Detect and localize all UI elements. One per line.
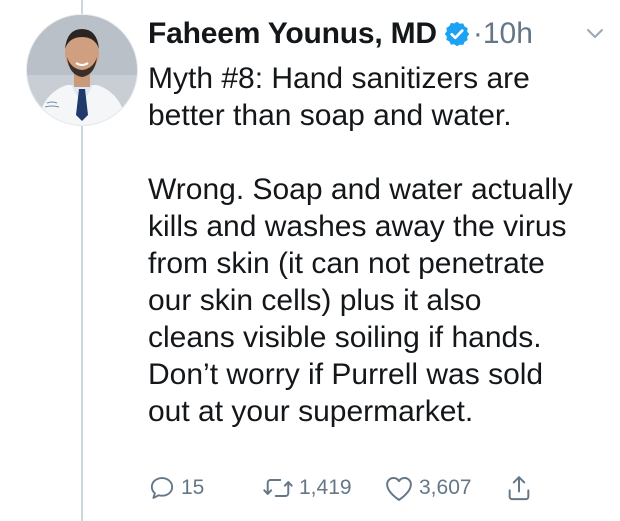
like-button[interactable]: 3,607: [384, 474, 472, 502]
separator-dot: ·: [472, 17, 483, 50]
tweet-actions: 15 1,419 3,607: [148, 468, 568, 508]
tweet-line: Don’t worry if Purrell was sold: [148, 358, 544, 391]
heart-icon: [386, 477, 412, 501]
retweet-button[interactable]: 1,419: [262, 474, 352, 502]
reply-count: 15: [181, 476, 205, 499]
thread-line: [81, 120, 83, 521]
tweet-line: Myth #8: Hand sanitizers are: [148, 62, 530, 95]
tweet-line: from skin (it can not penetrate: [148, 247, 545, 280]
avatar[interactable]: [26, 14, 138, 126]
timestamp[interactable]: 10h: [483, 17, 533, 51]
tweet-line: kills and washes away the virus: [148, 210, 567, 243]
avatar-photo: [27, 15, 137, 125]
tweet-line: our skin cells) plus it also: [148, 284, 482, 317]
tweet-header: Faheem Younus, MD · 10h: [148, 10, 608, 58]
tweet-text: Myth #8: Hand sanitizers are better than…: [148, 60, 610, 430]
chevron-down-icon[interactable]: [584, 22, 606, 44]
tweet-line: out at your supermarket.: [148, 395, 474, 428]
reply-icon: [150, 477, 174, 499]
thread-line-top: [81, 0, 83, 14]
like-count: 3,607: [419, 476, 472, 499]
tweet-line: Wrong. Soap and water actually: [148, 173, 573, 206]
retweet-count: 1,419: [299, 476, 352, 499]
author-name[interactable]: Faheem Younus, MD: [148, 17, 437, 51]
tweet-line: cleans visible soiling if hands.: [148, 321, 542, 354]
share-icon: [508, 476, 530, 501]
verified-badge-icon: [443, 20, 471, 48]
reply-button[interactable]: 15: [148, 474, 204, 502]
share-button[interactable]: [506, 474, 532, 502]
retweet-icon: [263, 479, 293, 497]
tweet-line: better than soap and water.: [148, 99, 512, 132]
